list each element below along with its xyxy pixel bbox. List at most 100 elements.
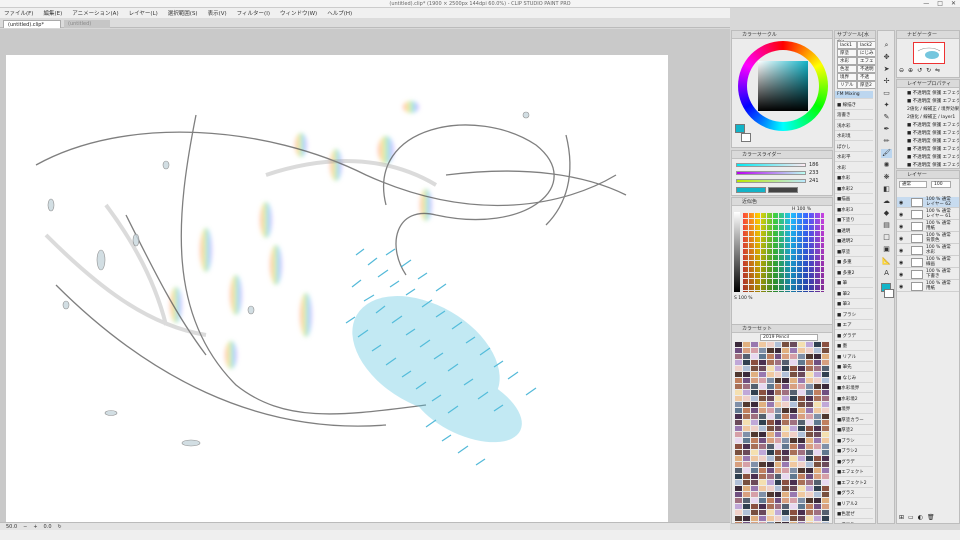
brush-item[interactable]: ■水彩2 xyxy=(835,186,873,194)
brush-item[interactable]: ■グラス xyxy=(835,490,873,498)
brush-item[interactable]: ■ 多重 xyxy=(835,259,873,267)
brush-item[interactable]: ■透明2 xyxy=(835,238,873,246)
mask-icon[interactable]: ◐ xyxy=(918,514,923,521)
menu-filter[interactable]: フィルター(I) xyxy=(237,9,270,17)
figure-tool-icon[interactable]: □ xyxy=(881,233,892,242)
drawing-canvas[interactable] xyxy=(6,55,668,525)
brush-item[interactable]: ■厚塗2 xyxy=(835,427,873,435)
brush-item[interactable]: ■下塗り xyxy=(835,217,873,225)
brush-item[interactable]: ■ 筆2 xyxy=(835,291,873,299)
zoom-out-icon[interactable]: − xyxy=(23,524,27,530)
layer-item[interactable]: ◉ 100 % 通常 線画 xyxy=(897,257,959,268)
layer-property-row[interactable]: 2値化 / 線補正 / layer1 xyxy=(899,114,959,122)
brush-item[interactable]: ■ リアル xyxy=(835,354,873,362)
fill-tool-icon[interactable]: ◆ xyxy=(881,209,892,218)
brush-item[interactable]: 浅水彩 xyxy=(835,123,873,131)
nav-flip-icon[interactable]: ⇋ xyxy=(935,67,940,74)
green-slider[interactable] xyxy=(736,170,806,175)
brush-item[interactable]: ■ 筆 xyxy=(835,280,873,288)
layer-item[interactable]: ◉ 100 % 通常 背景色 xyxy=(897,233,959,244)
subtool-group-tab[interactable]: リアル xyxy=(837,81,857,89)
brush-item[interactable]: ■透明 xyxy=(835,228,873,236)
subtool-group-tab[interactable]: 境界 xyxy=(837,73,857,81)
menu-file[interactable]: ファイル(F) xyxy=(4,9,33,17)
layer-property-row[interactable]: ■ 不透明度 保護 エフェクト xyxy=(899,90,959,98)
selection-tool-icon[interactable]: ▭ xyxy=(881,89,892,98)
brush-item[interactable]: ■ なじみ xyxy=(835,375,873,383)
subtool-group-tab[interactable]: 不透明 xyxy=(857,65,875,73)
layer-property-row[interactable]: 2値化 / 線補正 / 境界効果 xyxy=(899,106,959,114)
airbrush-icon[interactable]: ✺ xyxy=(881,161,892,170)
document-tab-active[interactable]: (untitled).clip* xyxy=(3,20,61,28)
menu-view[interactable]: 表示(V) xyxy=(208,9,227,17)
visibility-eye-icon[interactable]: ◉ xyxy=(899,236,903,242)
color-set-swatches[interactable] xyxy=(735,342,829,523)
pencil-tool-icon[interactable]: ✏ xyxy=(881,137,892,146)
visibility-eye-icon[interactable]: ◉ xyxy=(899,260,903,266)
nav-zoom-in-icon[interactable]: ⊕ xyxy=(908,67,913,74)
frame-tool-icon[interactable]: ▣ xyxy=(881,245,892,254)
color-set-select[interactable]: 2019 Pencil xyxy=(760,334,818,341)
brush-item[interactable]: 水彩境 xyxy=(835,133,873,141)
layer-property-row[interactable]: ■ 不透明度 保護 エフェクト xyxy=(899,122,959,130)
brush-item[interactable]: ■水彩 xyxy=(835,175,873,183)
blue-slider[interactable] xyxy=(736,178,806,183)
brush-item[interactable]: ■ 筆先 xyxy=(835,364,873,372)
brush-item[interactable]: 水彩平 xyxy=(835,154,873,162)
layer-property-row[interactable]: ■ 不透明度 保護 エフェクト xyxy=(899,146,959,154)
visibility-eye-icon[interactable]: ◉ xyxy=(899,248,903,254)
move-tool-icon[interactable]: ✥ xyxy=(881,53,892,62)
menu-selection[interactable]: 選択範囲(S) xyxy=(168,9,198,17)
delete-layer-icon[interactable]: 🗑 xyxy=(927,514,935,521)
layer-property-row[interactable]: ■ 不透明度 保護 エフェクト xyxy=(899,130,959,138)
operation-tool-icon[interactable]: ➤ xyxy=(881,65,892,74)
brush-item[interactable]: ■ エア xyxy=(835,322,873,330)
layer-item[interactable]: ◉ 100 % 通常 下書き xyxy=(897,269,959,280)
brush-item[interactable]: ■水彩3 xyxy=(835,207,873,215)
brush-item[interactable]: FM Mixing xyxy=(835,91,873,99)
approximate-color-grid[interactable] xyxy=(742,212,824,292)
brush-item[interactable]: ■ブラシ2 xyxy=(835,448,873,456)
zoom-value[interactable]: 50.0 xyxy=(6,524,17,530)
layer-item[interactable]: ◉ 100 % 通常 レイヤー 61 xyxy=(897,209,959,220)
subtool-group-tab[interactable]: 色混 xyxy=(837,65,857,73)
pen-tool-icon[interactable]: ✒ xyxy=(881,125,892,134)
menu-layer[interactable]: レイヤー(L) xyxy=(129,9,158,17)
document-tab[interactable]: (untitled) xyxy=(64,20,110,28)
brush-item[interactable]: 溶書き xyxy=(835,112,873,120)
text-tool-icon[interactable]: A xyxy=(881,269,892,278)
brush-item[interactable]: ■描画色 xyxy=(835,522,873,524)
angle-value[interactable]: 0.0 xyxy=(44,524,52,530)
rotate-icon[interactable]: ↻ xyxy=(58,524,62,530)
subtool-group-tab[interactable]: lack1 xyxy=(837,41,857,49)
brush-item[interactable]: ■グラデ xyxy=(835,459,873,467)
brush-item[interactable]: ぼかし xyxy=(835,144,873,152)
color-wheel[interactable] xyxy=(738,41,828,131)
zoom-in-icon[interactable]: + xyxy=(33,524,37,530)
zoom-tool-icon[interactable]: ⌕ xyxy=(881,41,892,50)
menu-animation[interactable]: アニメーション(A) xyxy=(72,9,118,17)
sub-color-swatch[interactable] xyxy=(741,133,751,142)
brush-item[interactable]: ■リアル2 xyxy=(835,501,873,509)
visibility-eye-icon[interactable]: ◉ xyxy=(899,200,903,206)
maximize-button[interactable]: □ xyxy=(937,0,943,7)
layer-property-row[interactable]: ■ 不透明度 保護 エフェクト xyxy=(899,138,959,146)
layer-property-row[interactable]: ■ 不透明度 保護 エフェクト xyxy=(899,154,959,162)
new-folder-icon[interactable]: ▭ xyxy=(908,514,914,521)
layer-item[interactable]: ◉ 100 % 通常 レイヤー 62 xyxy=(897,197,959,208)
layer-item[interactable]: ◉ 100 % 通常 用紙 xyxy=(897,221,959,232)
close-button[interactable]: ✕ xyxy=(951,0,956,7)
navigator-preview[interactable] xyxy=(913,42,945,64)
auto-select-icon[interactable]: ✦ xyxy=(881,101,892,110)
brush-item[interactable]: ■水彩境2 xyxy=(835,396,873,404)
opacity-field[interactable]: 100 xyxy=(931,181,951,188)
subtool-group-tab[interactable]: 厚塗 xyxy=(837,49,857,57)
visibility-eye-icon[interactable]: ◉ xyxy=(899,284,903,290)
visibility-eye-icon[interactable]: ◉ xyxy=(899,272,903,278)
layer-move-icon[interactable]: ✢ xyxy=(881,77,892,86)
layer-property-row[interactable]: ■ 不透明度 保護 エフェクト xyxy=(899,162,959,168)
nav-rotate-right-icon[interactable]: ↻ xyxy=(926,67,931,74)
minimize-button[interactable]: — xyxy=(923,0,929,7)
brush-item[interactable]: ■厚塗カラー xyxy=(835,417,873,425)
red-slider[interactable] xyxy=(736,162,806,167)
